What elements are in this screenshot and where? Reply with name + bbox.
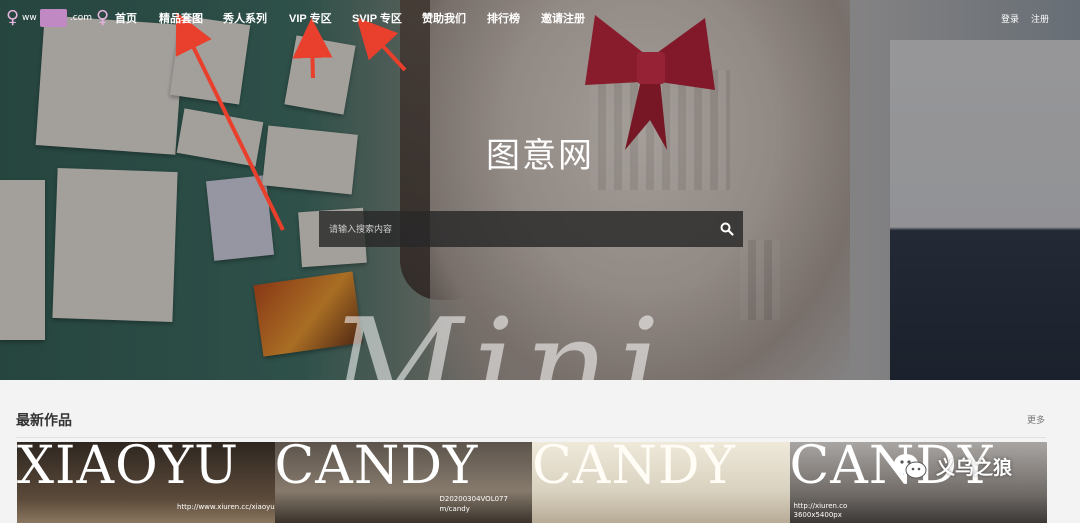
card-title: CANDY: [274, 442, 479, 496]
site-title: 图意网: [486, 136, 594, 176]
nav-premium-sets[interactable]: 精品套图: [159, 10, 203, 26]
work-card[interactable]: CANDY D20200304VOL077 m/candy: [274, 442, 532, 523]
logo-mask: [39, 9, 67, 27]
more-link[interactable]: 更多: [1027, 413, 1045, 426]
divider: [16, 437, 1046, 438]
nav-sponsor[interactable]: 赞助我们: [422, 10, 466, 26]
dancer-icon: ♀: [6, 7, 20, 28]
card-title: XIAOYU: [17, 442, 239, 496]
nav-invite[interactable]: 邀请注册: [541, 10, 585, 26]
dancer-icon: ♀: [96, 7, 110, 28]
login-link[interactable]: 登录: [1001, 12, 1019, 25]
search-icon: [720, 222, 734, 236]
section-title: 最新作品: [16, 412, 72, 428]
register-link[interactable]: 注册: [1031, 12, 1049, 25]
nav-vip[interactable]: VIP 专区: [289, 10, 332, 26]
hero-watermark: Mini: [330, 290, 670, 380]
wechat-badge: 义乌之狼: [892, 452, 1012, 480]
account-name: 义乌之狼: [936, 456, 1013, 479]
nav-xiuren-series[interactable]: 秀人系列: [223, 10, 267, 26]
logo-prefix: ww: [22, 13, 37, 23]
hero-banner: Mini 图意网: [0, 0, 1080, 380]
card-caption: D20200304VOL077 m/candy: [439, 495, 508, 513]
site-logo[interactable]: ♀ ww .com ♀: [6, 5, 110, 31]
nav-home[interactable]: 首页: [115, 10, 137, 26]
card-caption: http://www.xiuren.cc/xiaoyu: [177, 503, 275, 511]
wechat-icon: [894, 454, 927, 479]
search-bar: [319, 211, 743, 247]
logo-suffix: .com: [69, 13, 92, 23]
nav-ranking[interactable]: 排行榜: [487, 10, 520, 26]
nav-svip[interactable]: SVIP 专区: [352, 10, 402, 26]
search-input[interactable]: [319, 211, 709, 247]
search-button[interactable]: [719, 221, 735, 237]
work-card[interactable]: CANDY: [532, 442, 790, 523]
card-caption: http://xiuren.co 3600x5400px: [793, 502, 848, 519]
card-title: CANDY: [532, 442, 736, 496]
work-card[interactable]: XIAOYU http://www.xiuren.cc/xiaoyu: [17, 442, 275, 523]
top-nav: ♀ ww .com ♀ 首页 精品套图 秀人系列 VIP 专区 SVIP 专区 …: [0, 0, 1080, 36]
